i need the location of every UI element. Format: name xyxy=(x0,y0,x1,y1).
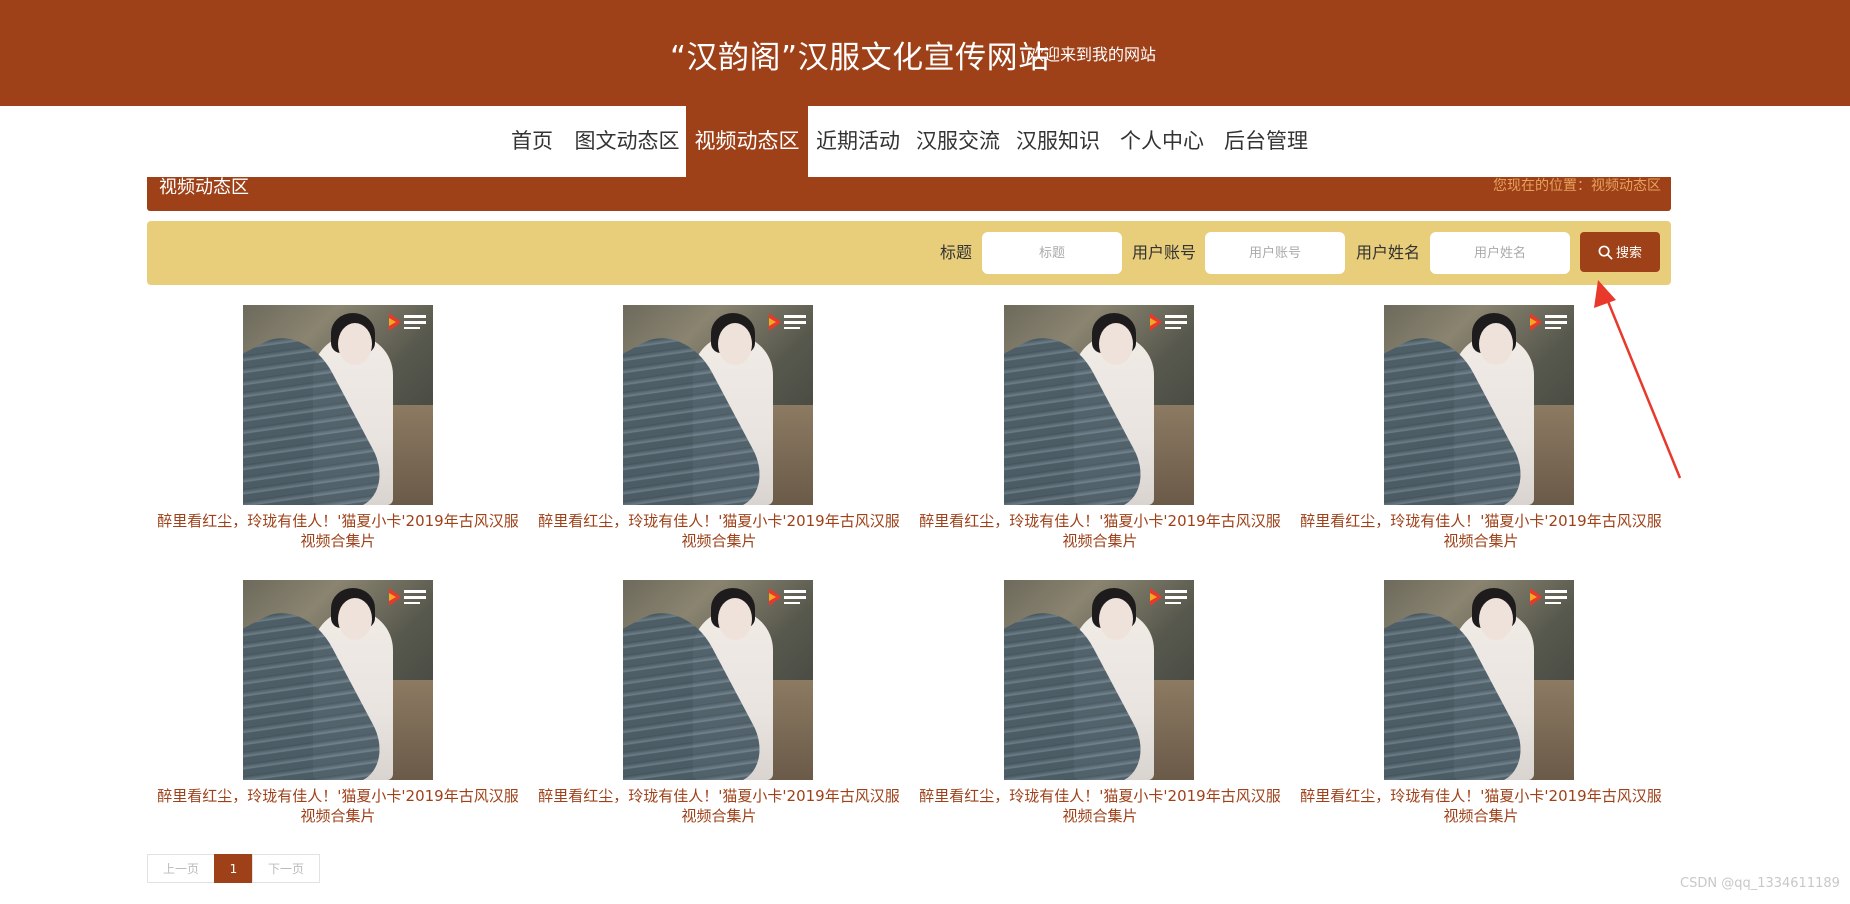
video-title[interactable]: 醉里看红尘，玲珑有佳人！'猫夏小卡'2019年古风汉服视频合集片 xyxy=(152,511,524,551)
video-title[interactable]: 醉里看红尘，玲珑有佳人！'猫夏小卡'2019年古风汉服视频合集片 xyxy=(914,511,1286,551)
site-title: “汉韵阁”汉服文化宣传网站 xyxy=(670,40,1050,76)
search-icon xyxy=(1598,245,1613,260)
play-logo-icon xyxy=(1530,588,1567,606)
red-arrow-icon xyxy=(1594,280,1682,479)
site-header: “汉韵阁”汉服文化宣传网站 欢迎来到我的网站 xyxy=(0,0,1850,106)
account-search-input[interactable] xyxy=(1205,232,1345,274)
section-header: 视频动态区 您现在的位置：视频动态区 xyxy=(147,177,1671,211)
video-card[interactable]: 醉里看红尘，玲珑有佳人！'猫夏小卡'2019年古风汉服视频合集片 xyxy=(533,580,905,830)
nav-item-exchange[interactable]: 汉服交流 xyxy=(912,106,1004,177)
video-card[interactable]: 醉里看红尘，玲珑有佳人！'猫夏小卡'2019年古风汉服视频合集片 xyxy=(533,305,905,555)
title-label: 标题 xyxy=(940,243,973,262)
play-logo-icon xyxy=(1150,313,1187,331)
play-logo-icon xyxy=(769,588,806,606)
video-thumbnail[interactable] xyxy=(1384,305,1574,505)
video-thumbnail[interactable] xyxy=(243,580,433,780)
video-thumbnail[interactable] xyxy=(623,305,813,505)
video-card[interactable]: 醉里看红尘，玲珑有佳人！'猫夏小卡'2019年古风汉服视频合集片 xyxy=(914,580,1286,830)
video-title[interactable]: 醉里看红尘，玲珑有佳人！'猫夏小卡'2019年古风汉服视频合集片 xyxy=(533,511,905,551)
video-title[interactable]: 醉里看红尘，玲珑有佳人！'猫夏小卡'2019年古风汉服视频合集片 xyxy=(1295,511,1667,551)
video-thumbnail[interactable] xyxy=(1004,305,1194,505)
video-title[interactable]: 醉里看红尘，玲珑有佳人！'猫夏小卡'2019年古风汉服视频合集片 xyxy=(533,786,905,826)
nav-item-events[interactable]: 近期活动 xyxy=(812,106,904,177)
title-search-input[interactable] xyxy=(982,232,1122,274)
nav-item-admin[interactable]: 后台管理 xyxy=(1218,106,1314,177)
breadcrumb[interactable]: 您现在的位置：视频动态区 xyxy=(1493,177,1661,195)
video-card[interactable]: 醉里看红尘，玲珑有佳人！'猫夏小卡'2019年古风汉服视频合集片 xyxy=(152,305,524,555)
play-logo-icon xyxy=(1150,588,1187,606)
nav-item-photo-feed[interactable]: 图文动态区 xyxy=(570,106,684,177)
video-title[interactable]: 醉里看红尘，玲珑有佳人！'猫夏小卡'2019年古风汉服视频合集片 xyxy=(1295,786,1667,826)
search-button-label: 搜索 xyxy=(1615,245,1642,260)
video-card[interactable]: 醉里看红尘，玲珑有佳人！'猫夏小卡'2019年古风汉服视频合集片 xyxy=(914,305,1286,555)
name-search-input[interactable] xyxy=(1430,232,1570,274)
prev-page-button[interactable]: 上一页 xyxy=(147,854,215,883)
video-card[interactable]: 醉里看红尘，玲珑有佳人！'猫夏小卡'2019年古风汉服视频合集片 xyxy=(152,580,524,830)
current-page-button[interactable]: 1 xyxy=(214,854,253,883)
next-page-button[interactable]: 下一页 xyxy=(252,854,320,883)
video-thumbnail[interactable] xyxy=(1004,580,1194,780)
video-title[interactable]: 醉里看红尘，玲珑有佳人！'猫夏小卡'2019年古风汉服视频合集片 xyxy=(152,786,524,826)
watermark: CSDN @qq_1334611189 xyxy=(1680,876,1840,891)
nav-item-home[interactable]: 首页 xyxy=(504,106,560,177)
main-nav: 首页 图文动态区 视频动态区 近期活动 汉服交流 汉服知识 个人中心 后台管理 xyxy=(0,106,1850,177)
search-button[interactable]: 搜索 xyxy=(1580,232,1660,272)
nav-item-knowledge[interactable]: 汉服知识 xyxy=(1012,106,1104,177)
play-logo-icon xyxy=(389,588,426,606)
nav-item-profile[interactable]: 个人中心 xyxy=(1114,106,1210,177)
video-thumbnail[interactable] xyxy=(243,305,433,505)
section-title: 视频动态区 xyxy=(159,177,249,198)
play-logo-icon xyxy=(389,313,426,331)
account-label: 用户账号 xyxy=(1132,243,1197,262)
video-thumbnail[interactable] xyxy=(1384,580,1574,780)
play-logo-icon xyxy=(1530,313,1567,331)
video-card[interactable]: 醉里看红尘，玲珑有佳人！'猫夏小卡'2019年古风汉服视频合集片 xyxy=(1295,580,1667,830)
search-bar: 标题 用户账号 用户姓名 搜索 xyxy=(147,221,1671,285)
nav-item-video-feed[interactable]: 视频动态区 xyxy=(686,106,808,177)
play-logo-icon xyxy=(769,313,806,331)
video-title[interactable]: 醉里看红尘，玲珑有佳人！'猫夏小卡'2019年古风汉服视频合集片 xyxy=(914,786,1286,826)
video-thumbnail[interactable] xyxy=(623,580,813,780)
welcome-text: 欢迎来到我的网站 xyxy=(1028,45,1157,64)
name-label: 用户姓名 xyxy=(1356,243,1421,262)
